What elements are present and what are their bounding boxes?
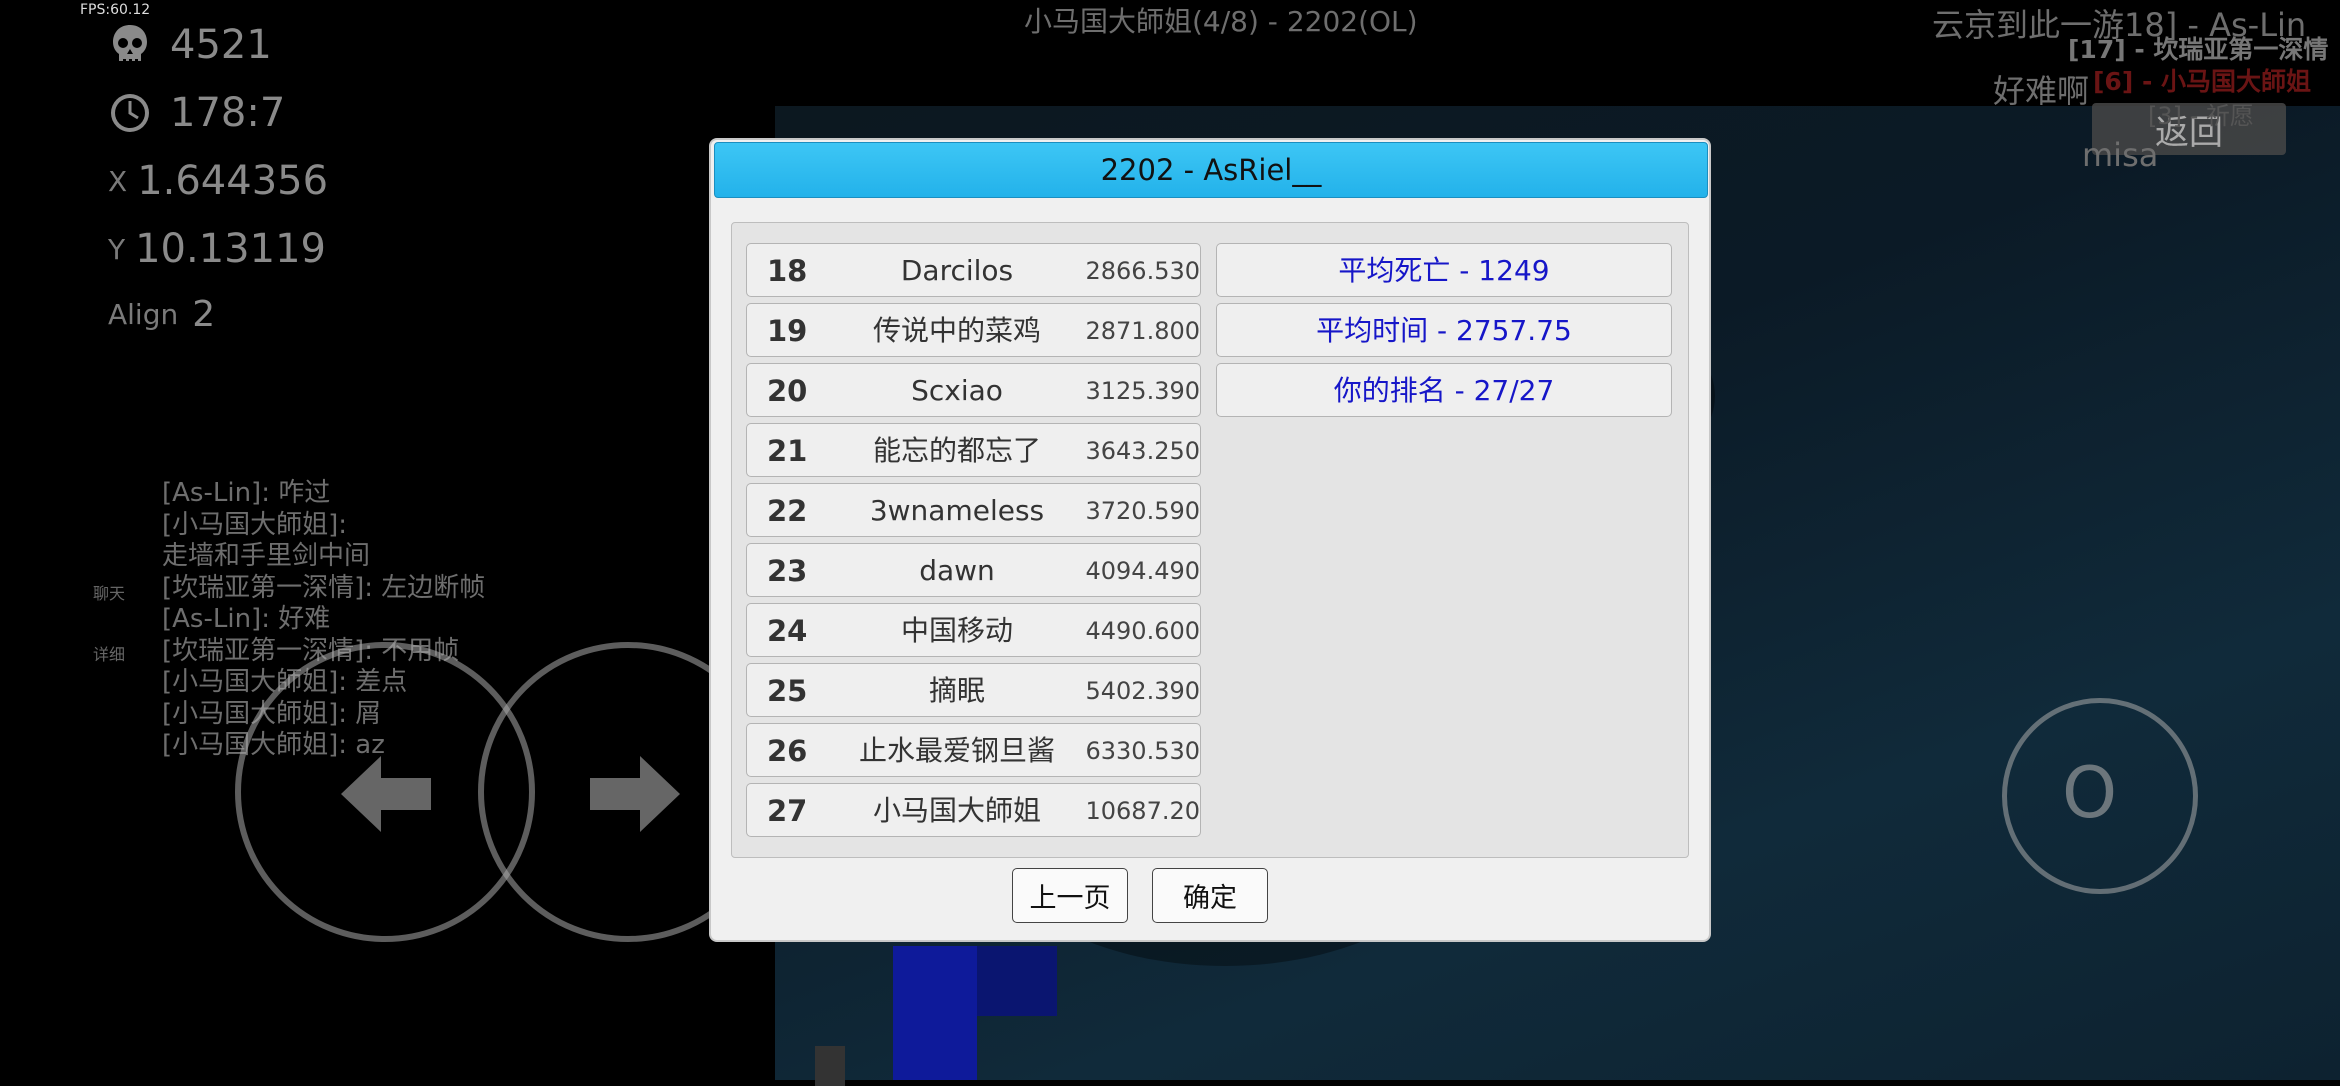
x-label: X (108, 164, 128, 198)
y-coordinate: Y 10.13119 (108, 226, 326, 272)
x-value: 1.644356 (137, 158, 329, 204)
ranking-row: 23 dawn 4094.490 (746, 543, 1201, 597)
chat-line: [As-Lin]: 咋过 (162, 478, 331, 508)
y-value: 10.13119 (135, 226, 326, 272)
chat-line: [小马国大師姐]: (162, 509, 348, 540)
previous-page-button[interactable]: 上一页 (1012, 868, 1128, 923)
scene-tile (977, 946, 1057, 1016)
player-name: 能忘的都忘了 (872, 434, 1041, 467)
clear-time: 2871.800 (1085, 317, 1200, 345)
player-list-item: [3] - 祈愿 (2148, 102, 2254, 130)
x-coordinate: X 1.644356 (108, 158, 328, 204)
rank-number: 22 (767, 494, 808, 528)
align-indicator: Align 2 (108, 294, 215, 335)
rank-number: 25 (767, 674, 808, 708)
player-name: 传说中的菜鸡 (872, 314, 1041, 347)
player-name: Scxiao (911, 374, 1003, 407)
jump-label: O (2062, 752, 2118, 834)
detail-tab[interactable]: 详细 (93, 641, 125, 665)
rank-number: 21 (767, 434, 808, 468)
dialog-title: 2202 - AsRiel__ (714, 142, 1708, 198)
death-counter: 4521 (108, 22, 272, 68)
scene-tile (893, 946, 977, 1080)
align-value: 2 (192, 294, 216, 335)
clear-time: 4490.600 (1085, 617, 1200, 645)
player-name: 小马国大師姐 (872, 794, 1041, 827)
arrow-left-icon (341, 756, 431, 832)
fps-counter: FPS:60.12 (80, 2, 151, 18)
player-list-item: misa (2082, 136, 2159, 174)
ranking-row: 20 Scxiao 3125.390 (746, 363, 1201, 417)
clear-time: 10687.20 (1085, 797, 1200, 825)
ranking-row: 18 Darcilos 2866.530 (746, 243, 1201, 297)
ranking-dialog: 2202 - AsRiel__ 18 Darcilos 2866.530 19 … (711, 140, 1709, 940)
arrow-right-icon (590, 756, 680, 832)
rank-number: 27 (767, 794, 808, 828)
player-name: dawn (919, 554, 995, 587)
chat-line: [As-Lin]: 好难 (162, 604, 331, 634)
clock-icon (108, 91, 152, 135)
align-label: Align (108, 298, 179, 331)
ranking-row: 26 止水最爱钢旦酱 6330.530 (746, 723, 1201, 777)
player-list-item: [17] - 坎瑞亚第一深情 (2068, 35, 2329, 64)
average-time: 平均时间 - 2757.75 (1216, 303, 1672, 357)
player-name: 止水最爱钢旦酱 (858, 734, 1055, 767)
average-deaths: 平均死亡 - 1249 (1216, 243, 1672, 297)
rank-number: 20 (767, 374, 808, 408)
confirm-button[interactable]: 确定 (1152, 868, 1268, 923)
ranking-row: 21 能忘的都忘了 3643.250 (746, 423, 1201, 477)
clear-time: 3643.250 (1085, 437, 1200, 465)
player-list-item-highlight: [6] - 小马国大師姐 (2093, 67, 2312, 96)
skull-icon (108, 23, 152, 67)
time-value: 178:7 (170, 90, 286, 136)
ranking-row: 24 中国移动 4490.600 (746, 603, 1201, 657)
chat-tab[interactable]: 聊天 (93, 580, 125, 604)
room-title: 小马国大師姐(4/8) - 2202(OL) (1024, 5, 1418, 38)
chat-line: [坎瑞亚第一深情]: 左边断帧 (162, 572, 486, 603)
player-name: 3wnameless (869, 494, 1045, 527)
rank-number: 26 (767, 734, 808, 768)
timer: 178:7 (108, 90, 285, 136)
player-list-item: 好难啊 (1993, 72, 2090, 110)
clear-time: 3125.390 (1085, 377, 1200, 405)
scene-signpost (815, 1046, 845, 1086)
rank-number: 24 (767, 614, 808, 648)
player-name: Darcilos (900, 254, 1014, 287)
rank-number: 19 (767, 314, 808, 348)
ranking-row: 19 传说中的菜鸡 2871.800 (746, 303, 1201, 357)
ranking-row: 22 3wnameless 3720.590 (746, 483, 1201, 537)
y-label: Y (108, 232, 126, 266)
player-name: 中国移动 (900, 614, 1013, 647)
clear-time: 4094.490 (1085, 557, 1200, 585)
your-rank: 你的排名 - 27/27 (1216, 363, 1672, 417)
clear-time: 3720.590 (1085, 497, 1200, 525)
ranking-panel: 18 Darcilos 2866.530 19 传说中的菜鸡 2871.800 … (731, 222, 1689, 858)
player-name: 摘眠 (928, 674, 985, 707)
clear-time: 2866.530 (1085, 257, 1200, 285)
rank-number: 23 (767, 554, 808, 588)
clear-time: 6330.530 (1085, 737, 1200, 765)
chat-line: 走墙和手里剑中间 (162, 541, 371, 571)
rank-number: 18 (767, 254, 808, 288)
ranking-row: 25 摘眠 5402.390 (746, 663, 1201, 717)
clear-time: 5402.390 (1085, 677, 1200, 705)
death-count: 4521 (170, 22, 272, 68)
ranking-row: 27 小马国大師姐 10687.20 (746, 783, 1201, 837)
